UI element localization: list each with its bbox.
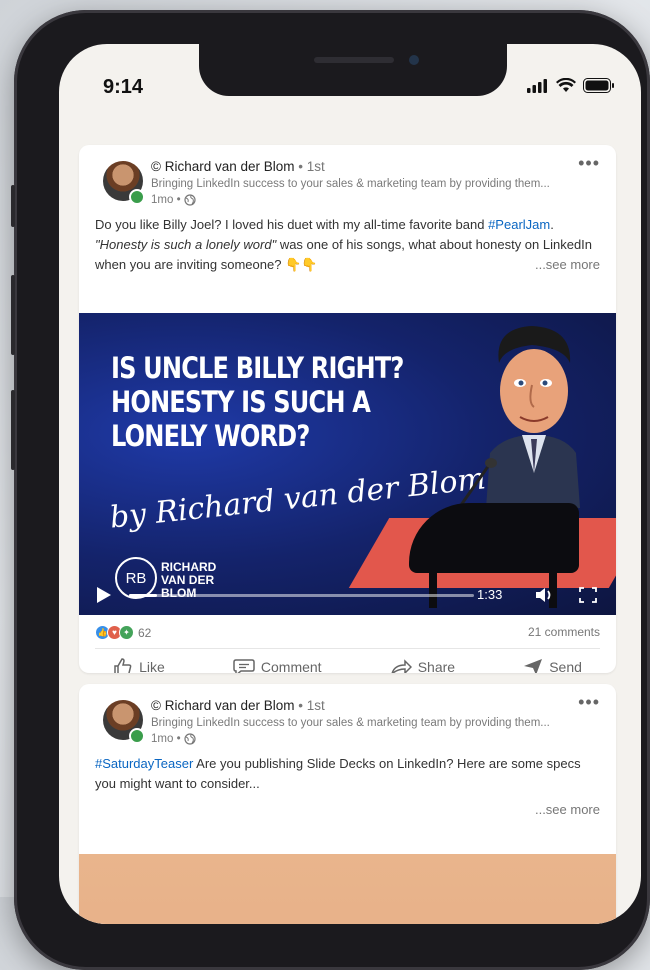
more-options-icon[interactable]: ••• bbox=[578, 692, 600, 713]
post-text-part: Do you like Billy Joel? I loved his duet… bbox=[95, 217, 489, 232]
author-name[interactable]: © Richard van der Blom bbox=[151, 159, 295, 174]
post-stats: 👍 ♥ ✦ 62 21 comments bbox=[95, 625, 600, 640]
post-actions: Like Comment Share Send bbox=[79, 657, 616, 673]
wifi-icon bbox=[556, 78, 576, 92]
signal-icon bbox=[527, 78, 547, 93]
post-quote: "Honesty is such a lonely word" bbox=[95, 237, 277, 252]
fullscreen-icon[interactable] bbox=[579, 587, 597, 603]
comment-button[interactable]: Comment bbox=[233, 657, 322, 673]
author-tagline: Bringing LinkedIn success to your sales … bbox=[151, 178, 550, 190]
online-indicator bbox=[129, 728, 145, 744]
like-button[interactable]: Like bbox=[113, 657, 165, 673]
video-title: IS UNCLE BILLY RIGHT? HONESTY IS SUCH A … bbox=[111, 351, 404, 453]
video-progress-bar[interactable] bbox=[129, 594, 474, 597]
post-text: Do you like Billy Joel? I loved his duet… bbox=[95, 215, 600, 275]
post-header: © Richard van der Blom • 1st Bringing Li… bbox=[79, 145, 616, 215]
volume-up-button bbox=[11, 275, 15, 355]
reactions-count: 62 bbox=[138, 625, 152, 640]
status-time: 9:14 bbox=[103, 76, 144, 98]
hashtag-link[interactable]: #SaturdayTeaser bbox=[95, 756, 193, 771]
feed-post: © Richard van der Blom • 1st Bringing Li… bbox=[79, 145, 616, 673]
video-controls: 1:33 bbox=[79, 575, 616, 615]
like-label: Like bbox=[139, 659, 165, 673]
front-camera bbox=[409, 55, 419, 65]
celebrate-reaction-icon: ✦ bbox=[119, 625, 134, 640]
author-name[interactable]: © Richard van der Blom bbox=[151, 698, 295, 713]
post-header: © Richard van der Blom • 1st Bringing Li… bbox=[79, 684, 616, 754]
online-indicator bbox=[129, 189, 145, 205]
connection-degree: • 1st bbox=[298, 698, 325, 713]
phone-frame: 9:14 © Richard van der Blom • 1st Bringi… bbox=[11, 10, 650, 970]
comments-count[interactable]: 21 comments bbox=[528, 625, 600, 640]
feed-post: © Richard van der Blom • 1st Bringing Li… bbox=[79, 684, 616, 924]
more-options-icon[interactable]: ••• bbox=[578, 153, 600, 174]
see-more-link[interactable]: ...see more bbox=[95, 800, 600, 820]
share-button[interactable]: Share bbox=[390, 657, 455, 673]
post-time: 1mo • bbox=[151, 733, 181, 745]
comment-label: Comment bbox=[260, 659, 322, 673]
status-icons bbox=[527, 78, 615, 93]
globe-icon bbox=[183, 194, 196, 206]
send-icon bbox=[524, 659, 543, 673]
play-icon[interactable] bbox=[97, 587, 111, 603]
share-label: Share bbox=[417, 659, 456, 673]
globe-icon bbox=[183, 733, 196, 745]
volume-icon[interactable] bbox=[534, 586, 556, 604]
author-line[interactable]: © Richard van der Blom • 1st bbox=[151, 159, 325, 174]
battery-icon bbox=[583, 78, 614, 93]
send-button[interactable]: Send bbox=[523, 657, 582, 673]
post-text-part: . bbox=[550, 217, 554, 232]
connection-degree: • 1st bbox=[298, 159, 325, 174]
video-player[interactable]: IS UNCLE BILLY RIGHT? HONESTY IS SUCH A … bbox=[79, 313, 616, 615]
mute-switch bbox=[11, 185, 15, 227]
reactions-summary[interactable]: 👍 ♥ ✦ 62 bbox=[95, 625, 151, 640]
thumbs-up-icon bbox=[114, 658, 132, 673]
post-meta: 1mo • bbox=[151, 194, 196, 206]
video-progress-fill bbox=[129, 594, 157, 597]
post-time: 1mo • bbox=[151, 194, 181, 206]
notch bbox=[199, 44, 507, 96]
post-image[interactable] bbox=[79, 854, 616, 924]
volume-down-button bbox=[11, 390, 15, 470]
hashtag-link[interactable]: #PearlJam bbox=[488, 217, 550, 232]
divider bbox=[95, 648, 600, 649]
video-duration: 1:33 bbox=[477, 587, 503, 602]
send-label: Send bbox=[549, 659, 582, 673]
piano-illustration bbox=[409, 503, 579, 573]
screen: 9:14 © Richard van der Blom • 1st Bringi… bbox=[59, 44, 641, 924]
author-line[interactable]: © Richard van der Blom • 1st bbox=[151, 698, 325, 713]
speaker bbox=[314, 57, 394, 63]
share-arrow-icon bbox=[391, 659, 412, 673]
post-text: #SaturdayTeaser Are you publishing Slide… bbox=[95, 754, 600, 820]
comment-icon bbox=[233, 659, 255, 673]
post-meta: 1mo • bbox=[151, 733, 196, 745]
author-tagline: Bringing LinkedIn success to your sales … bbox=[151, 717, 550, 729]
